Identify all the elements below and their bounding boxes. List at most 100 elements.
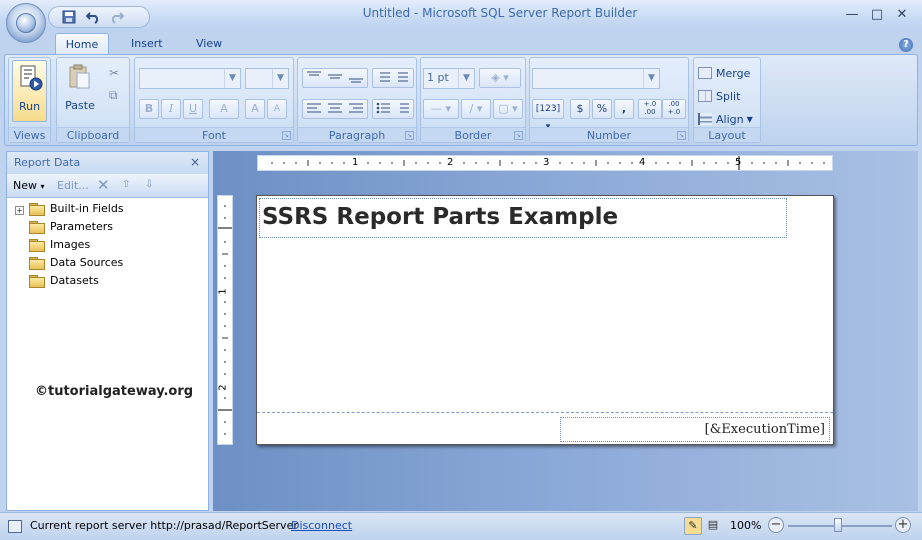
- border-width-dropdown[interactable]: 1 pt ▼: [423, 68, 475, 89]
- ruler-mark: 3: [543, 157, 550, 168]
- page-view-icon[interactable]: ▤: [704, 517, 722, 535]
- vertical-align-buttons[interactable]: [302, 68, 368, 88]
- font-color-button[interactable]: A: [209, 99, 239, 119]
- ruler-mark: 1: [217, 288, 229, 295]
- zoom-slider-thumb[interactable]: [834, 518, 842, 532]
- placeholder-button[interactable]: [123] ▾: [532, 99, 564, 132]
- run-button[interactable]: Run: [12, 60, 47, 122]
- merge-button[interactable]: Merge: [698, 64, 750, 82]
- close-button[interactable]: ✕: [892, 6, 912, 24]
- border-launcher-icon[interactable]: ↘: [514, 131, 523, 140]
- paste-button[interactable]: Paste: [61, 60, 99, 114]
- tree-item-parameters[interactable]: Parameters: [29, 218, 113, 236]
- tree-item-images[interactable]: Images: [29, 236, 90, 254]
- zoom-in-button[interactable]: +: [895, 517, 911, 533]
- font-size-dropdown[interactable]: ▼: [245, 68, 289, 89]
- ruler-mark: 4: [639, 157, 646, 168]
- group-border: 1 pt ▼ ◈ ▾ — ▾ ∕ ▾ ▢ ▾ Border ↘: [420, 57, 526, 143]
- ruler-ticks: [218, 205, 232, 435]
- underline-button[interactable]: U: [183, 99, 203, 119]
- title-bar: Untitled - Microsoft SQL Server Report B…: [0, 0, 922, 32]
- zoom-out-button[interactable]: −: [768, 517, 784, 533]
- shrink-font-button[interactable]: A: [267, 99, 287, 119]
- decrease-decimal-button[interactable]: .00 +.0: [662, 99, 686, 119]
- redo-icon[interactable]: [109, 10, 125, 26]
- text-align-icons: [307, 103, 363, 113]
- ruler-mark: 2: [217, 384, 229, 391]
- server-icon: [8, 520, 22, 533]
- paste-label: Paste: [65, 99, 95, 112]
- group-label-border: Border: [421, 127, 525, 142]
- border-style-button[interactable]: — ▾: [423, 99, 459, 119]
- number-format-dropdown[interactable]: ▼: [532, 68, 660, 89]
- report-canvas[interactable]: SSRS Report Parts Example [&ExecutionTim…: [256, 195, 834, 445]
- indent-buttons[interactable]: [372, 68, 414, 88]
- undo-icon[interactable]: [85, 10, 101, 26]
- watermark-text: ©tutorialgateway.org: [35, 384, 194, 399]
- new-label: New: [13, 179, 37, 192]
- execution-time-textbox[interactable]: [&ExecutionTime]: [560, 417, 830, 442]
- comma-button[interactable]: ,: [614, 99, 634, 119]
- border-color-button[interactable]: ∕ ▾: [461, 99, 491, 119]
- group-number: ▼ [123] ▾ $ % , +.0 .00 .00 +.0 Number ↘: [529, 57, 689, 143]
- title-textbox[interactable]: SSRS Report Parts Example: [259, 198, 787, 238]
- italic-button[interactable]: I: [161, 99, 181, 119]
- app-orb-icon: [16, 13, 36, 33]
- grow-font-button[interactable]: A: [245, 99, 265, 119]
- bullet-list-icons: [376, 102, 409, 114]
- split-button[interactable]: Split: [698, 87, 740, 105]
- disconnect-link[interactable]: Disconnect: [291, 519, 352, 532]
- paste-icon: [69, 64, 90, 89]
- bold-button[interactable]: B: [139, 99, 159, 119]
- design-view-icon[interactable]: ✎: [684, 517, 702, 535]
- split-icon: [698, 90, 712, 102]
- currency-button[interactable]: $: [570, 99, 590, 119]
- copy-icon[interactable]: ⧉: [109, 88, 118, 103]
- page-footer-divider: [257, 412, 833, 413]
- text-align-buttons[interactable]: [302, 99, 368, 119]
- tree-item-data-sources[interactable]: Data Sources: [29, 254, 123, 272]
- new-button[interactable]: New ▾: [13, 179, 45, 192]
- merge-label: Merge: [716, 66, 751, 80]
- status-bar: Current report server http://prasad/Repo…: [0, 512, 922, 540]
- tree-item-built-in-fields[interactable]: Built-in Fields: [29, 200, 124, 218]
- tree-item-datasets[interactable]: Datasets: [29, 272, 99, 290]
- font-family-dropdown[interactable]: ▼: [139, 68, 241, 89]
- cut-icon[interactable]: ✂: [109, 66, 119, 80]
- align-button[interactable]: Align ▼: [698, 110, 753, 128]
- panel-close-button[interactable]: ×: [190, 155, 200, 169]
- folder-icon: [29, 221, 45, 234]
- list-buttons[interactable]: [372, 99, 414, 119]
- maximize-button[interactable]: □: [867, 6, 887, 24]
- group-label-views: Views: [9, 127, 50, 142]
- application-menu-button[interactable]: [6, 3, 46, 43]
- minimize-button[interactable]: —: [842, 6, 862, 24]
- folder-icon: [29, 275, 45, 288]
- tab-home[interactable]: Home: [55, 33, 109, 55]
- move-down-icon[interactable]: ⇩: [145, 179, 153, 190]
- move-up-icon[interactable]: ⇧: [122, 179, 130, 190]
- expand-icon[interactable]: +: [15, 206, 24, 215]
- percent-button[interactable]: %: [592, 99, 612, 119]
- horizontal-ruler: 1 2 3 4 5: [257, 155, 833, 171]
- tree-item-label: Datasets: [50, 274, 99, 287]
- edit-button[interactable]: Edit...: [57, 179, 89, 192]
- help-icon[interactable]: ?: [899, 38, 913, 52]
- tab-insert[interactable]: Insert: [117, 33, 177, 55]
- fill-color-button[interactable]: ◈ ▾: [479, 68, 521, 88]
- delete-icon[interactable]: ✕: [97, 176, 110, 194]
- ruler-mark: 2: [447, 157, 454, 168]
- tab-view[interactable]: View: [182, 33, 236, 55]
- merge-icon: [698, 67, 712, 79]
- chevron-down-icon: ▾: [40, 182, 45, 191]
- chevron-down-icon: ▼: [272, 69, 288, 88]
- number-launcher-icon[interactable]: ↘: [677, 131, 686, 140]
- align-icon: [698, 113, 712, 125]
- save-icon[interactable]: [61, 10, 77, 26]
- increase-decimal-button[interactable]: +.0 .00: [638, 99, 662, 119]
- font-launcher-icon[interactable]: ↘: [282, 131, 291, 140]
- quick-access-toolbar: [48, 6, 150, 28]
- design-surface: 1 2 3 4 5 1 2 SSRS Report Parts Example …: [213, 151, 918, 511]
- paragraph-launcher-icon[interactable]: ↘: [405, 131, 414, 140]
- borders-button[interactable]: ▢ ▾: [493, 99, 523, 119]
